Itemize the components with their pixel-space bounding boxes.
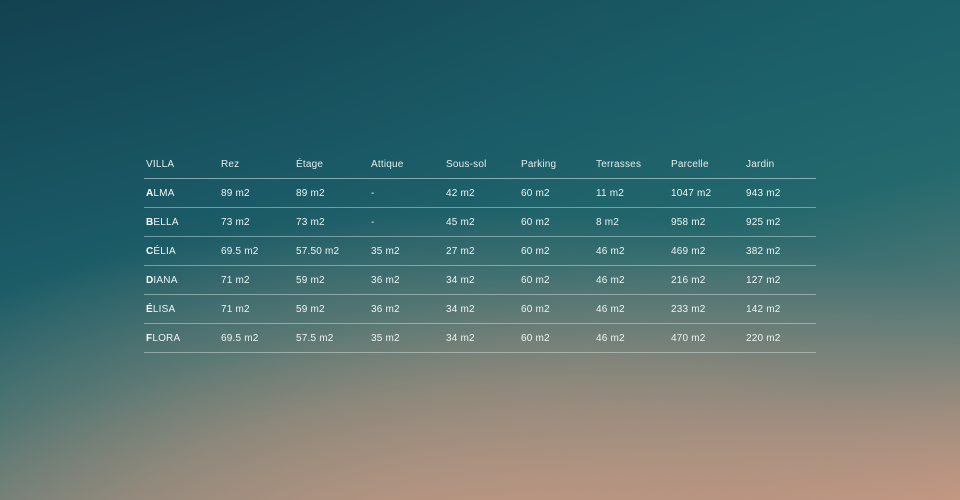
- cell-parking: 60 m2: [519, 323, 594, 353]
- cell-attique: 35 m2: [369, 236, 444, 266]
- cell-rez: 89 m2: [219, 178, 294, 208]
- cell-parcelle: 958 m2: [669, 207, 744, 237]
- table-row-flora: FLORA 69.5 m2 57.5 m2 35 m2 34 m2 60 m2 …: [144, 323, 816, 353]
- column-header-sous-sol: Sous-sol: [444, 150, 519, 179]
- cell-sous-sol: 34 m2: [444, 323, 519, 353]
- cell-jardin: 382 m2: [744, 236, 816, 266]
- cell-parcelle: 470 m2: [669, 323, 744, 353]
- cell-sous-sol: 34 m2: [444, 265, 519, 295]
- cell-rez: 73 m2: [219, 207, 294, 237]
- cell-rez: 69.5 m2: [219, 323, 294, 353]
- column-header-etage: Étage: [294, 150, 369, 179]
- cell-parcelle: 1047 m2: [669, 178, 744, 208]
- villa-name-cell: CÉLIA: [144, 236, 219, 266]
- cell-sous-sol: 42 m2: [444, 178, 519, 208]
- villa-name-cell: ÉLISA: [144, 294, 219, 324]
- villa-name-rest: IANA: [153, 274, 178, 286]
- cell-parcelle: 469 m2: [669, 236, 744, 266]
- cell-attique: 36 m2: [369, 265, 444, 295]
- column-header-villa: VILLA: [144, 150, 219, 179]
- cell-terrasses: 11 m2: [594, 178, 669, 208]
- cell-parcelle: 216 m2: [669, 265, 744, 295]
- villa-name-cell: ALMA: [144, 178, 219, 208]
- cell-terrasses: 46 m2: [594, 236, 669, 266]
- cell-attique: -: [369, 178, 444, 208]
- cell-sous-sol: 45 m2: [444, 207, 519, 237]
- villa-name-rest: ELLA: [153, 216, 179, 228]
- cell-terrasses: 46 m2: [594, 323, 669, 353]
- cell-parking: 60 m2: [519, 294, 594, 324]
- cell-parcelle: 233 m2: [669, 294, 744, 324]
- cell-jardin: 127 m2: [744, 265, 816, 295]
- column-header-rez: Rez: [219, 150, 294, 179]
- villa-name-rest: LMA: [153, 187, 175, 199]
- cell-parking: 60 m2: [519, 178, 594, 208]
- villa-name-rest: LORA: [152, 332, 181, 344]
- cell-jardin: 220 m2: [744, 323, 816, 353]
- villa-name-cell: DIANA: [144, 265, 219, 295]
- cell-terrasses: 46 m2: [594, 265, 669, 295]
- cell-attique: 35 m2: [369, 323, 444, 353]
- table-row-alma: ALMA 89 m2 89 m2 - 42 m2 60 m2 11 m2 104…: [144, 178, 816, 208]
- cell-sous-sol: 27 m2: [444, 236, 519, 266]
- villa-name-rest: ÉLIA: [153, 245, 176, 257]
- table-row-diana: DIANA 71 m2 59 m2 36 m2 34 m2 60 m2 46 m…: [144, 265, 816, 295]
- cell-attique: -: [369, 207, 444, 237]
- cell-terrasses: 46 m2: [594, 294, 669, 324]
- cell-jardin: 925 m2: [744, 207, 816, 237]
- column-header-jardin: Jardin: [744, 150, 816, 179]
- column-header-attique: Attique: [369, 150, 444, 179]
- cell-etage: 89 m2: [294, 178, 369, 208]
- cell-terrasses: 8 m2: [594, 207, 669, 237]
- cell-parking: 60 m2: [519, 265, 594, 295]
- cell-etage: 57.50 m2: [294, 236, 369, 266]
- cell-etage: 57.5 m2: [294, 323, 369, 353]
- cell-etage: 59 m2: [294, 265, 369, 295]
- cell-etage: 73 m2: [294, 207, 369, 237]
- table-row-elisa: ÉLISA 71 m2 59 m2 36 m2 34 m2 60 m2 46 m…: [144, 294, 816, 324]
- table-header-row: VILLA Rez Étage Attique Sous-sol Parking…: [144, 150, 816, 179]
- column-header-parcelle: Parcelle: [669, 150, 744, 179]
- table-row-bella: BELLA 73 m2 73 m2 - 45 m2 60 m2 8 m2 958…: [144, 207, 816, 237]
- cell-attique: 36 m2: [369, 294, 444, 324]
- cell-etage: 59 m2: [294, 294, 369, 324]
- column-header-terrasses: Terrasses: [594, 150, 669, 179]
- table-row-celia: CÉLIA 69.5 m2 57.50 m2 35 m2 27 m2 60 m2…: [144, 236, 816, 266]
- villa-name-cell: BELLA: [144, 207, 219, 237]
- cell-jardin: 142 m2: [744, 294, 816, 324]
- cell-rez: 71 m2: [219, 294, 294, 324]
- cell-parking: 60 m2: [519, 207, 594, 237]
- cell-parking: 60 m2: [519, 236, 594, 266]
- villa-table: VILLA Rez Étage Attique Sous-sol Parking…: [144, 150, 816, 353]
- cell-rez: 69.5 m2: [219, 236, 294, 266]
- villa-name-cell: FLORA: [144, 323, 219, 353]
- villa-initial: É: [146, 303, 153, 315]
- cell-sous-sol: 34 m2: [444, 294, 519, 324]
- cell-jardin: 943 m2: [744, 178, 816, 208]
- villa-name-rest: LISA: [152, 303, 176, 315]
- column-header-parking: Parking: [519, 150, 594, 179]
- cell-rez: 71 m2: [219, 265, 294, 295]
